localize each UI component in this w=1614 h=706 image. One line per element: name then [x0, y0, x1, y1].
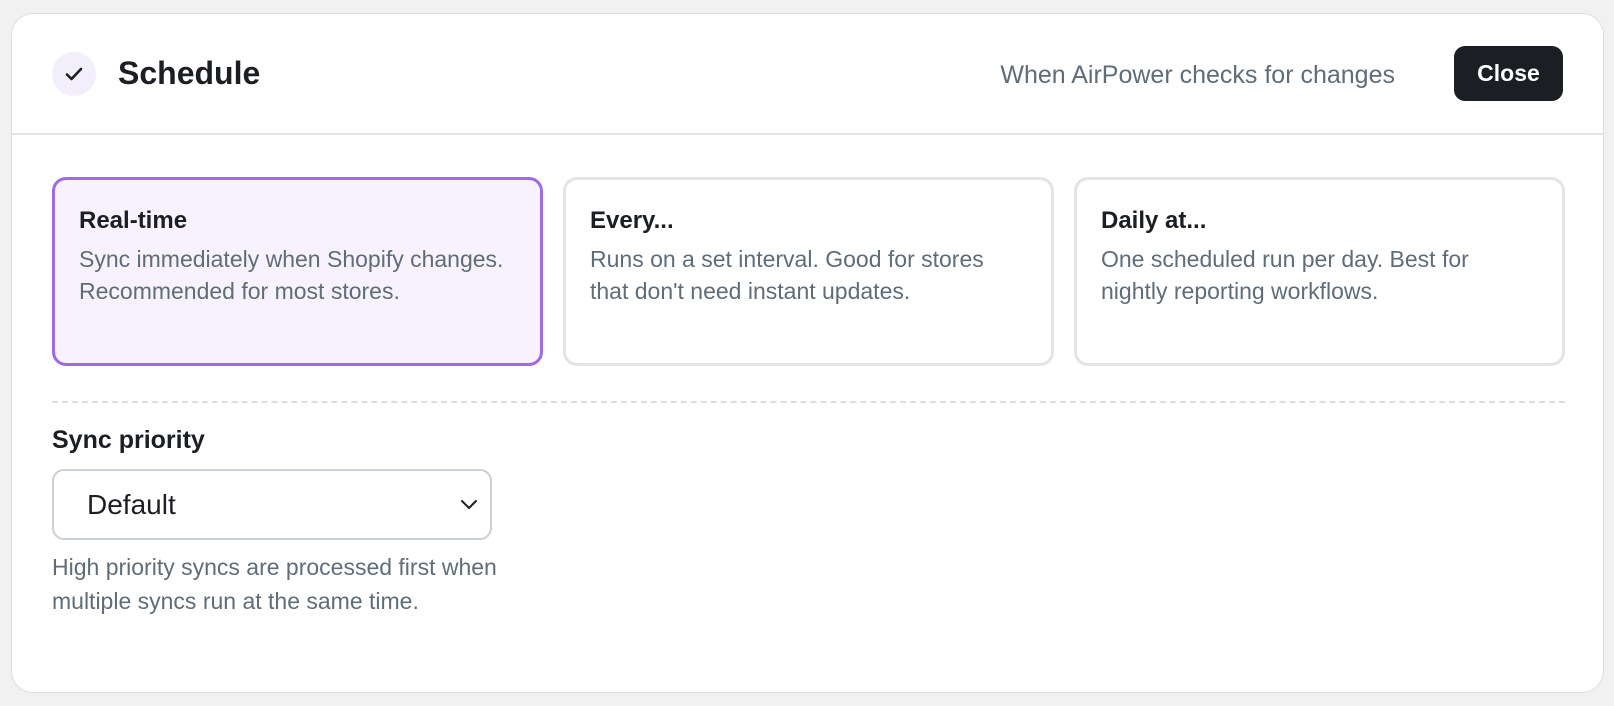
option-real-time[interactable]: Real-time Sync immediately when Shopify …: [52, 177, 543, 366]
option-title: Daily at...: [1101, 207, 1207, 234]
schedule-panel: Schedule When AirPower checks for change…: [11, 13, 1604, 693]
schedule-options: Real-time Sync immediately when Shopify …: [52, 177, 1565, 366]
close-button[interactable]: Close: [1454, 46, 1563, 101]
sync-priority-help: High priority syncs are processed first …: [52, 554, 497, 614]
option-description: One scheduled run per day. Best for nigh…: [1101, 246, 1469, 304]
panel-header: Schedule When AirPower checks for change…: [12, 14, 1603, 135]
sync-priority-value: Default: [87, 489, 176, 520]
option-description: Runs on a set interval. Good for stores …: [590, 246, 984, 304]
panel-title: Schedule: [118, 55, 261, 91]
section-divider: [52, 401, 1565, 403]
sync-priority-select[interactable]: Default: [52, 469, 492, 540]
panel-subtitle: When AirPower checks for changes: [1000, 61, 1395, 89]
option-every[interactable]: Every... Runs on a set interval. Good fo…: [563, 177, 1054, 366]
step-complete-badge: [52, 52, 96, 96]
check-icon: [65, 67, 83, 81]
option-daily-at[interactable]: Daily at... One scheduled run per day. B…: [1074, 177, 1565, 366]
option-title: Every...: [590, 207, 674, 234]
sync-priority-label: Sync priority: [52, 426, 205, 454]
option-description: Sync immediately when Shopify changes. R…: [79, 246, 504, 304]
option-title: Real-time: [79, 207, 188, 234]
chevron-down-icon: [461, 500, 477, 509]
